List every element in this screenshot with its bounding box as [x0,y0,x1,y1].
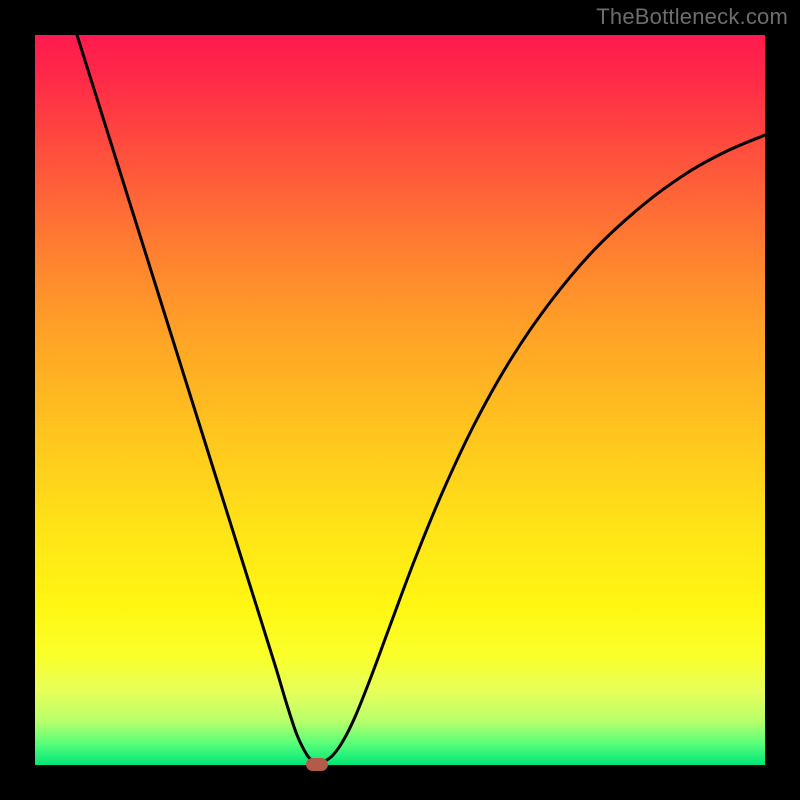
plot-area [35,35,765,765]
chart-frame: TheBottleneck.com [0,0,800,800]
bottleneck-curve [35,35,765,765]
minimum-marker [306,758,328,771]
watermark-text: TheBottleneck.com [596,4,788,30]
